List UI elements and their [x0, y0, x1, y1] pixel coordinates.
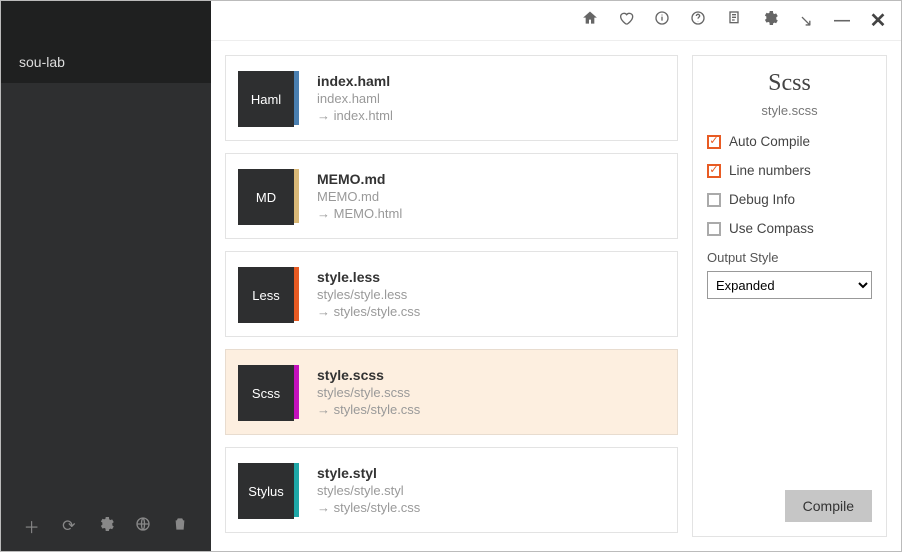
- file-output-path: index.html: [317, 108, 393, 123]
- output-style-select[interactable]: Expanded: [707, 271, 872, 299]
- minimize-icon[interactable]: —: [833, 12, 851, 30]
- close-icon[interactable]: ✕: [869, 8, 887, 33]
- file-name: style.scss: [317, 367, 420, 383]
- file-type-stripe: [294, 169, 299, 223]
- panel-option[interactable]: Use Compass: [707, 221, 872, 236]
- file-type-stripe: [294, 365, 299, 419]
- checkbox-icon: [707, 222, 721, 236]
- file-type-badge: Less: [238, 267, 294, 323]
- file-name: index.haml: [317, 73, 393, 89]
- file-source-path: styles/style.styl: [317, 483, 420, 498]
- file-source-path: styles/style.less: [317, 287, 420, 302]
- titlebar: ↘ — ✕: [211, 1, 901, 41]
- panel-option[interactable]: Debug Info: [707, 192, 872, 207]
- log-icon[interactable]: [725, 10, 743, 31]
- side-panel: Scss style.scss ✓ Auto Compile ✓ Line numbe…: [692, 55, 887, 537]
- panel-option-label: Auto Compile: [729, 134, 810, 149]
- file-type-stripe: [294, 463, 299, 517]
- help-icon[interactable]: [689, 10, 707, 31]
- settings-icon[interactable]: [761, 10, 779, 31]
- compile-button[interactable]: Compile: [785, 490, 872, 522]
- file-source-path: styles/style.scss: [317, 385, 420, 400]
- project-item[interactable]: sou-lab: [1, 41, 211, 83]
- project-name: sou-lab: [19, 54, 65, 70]
- file-output-path: MEMO.html: [317, 206, 402, 221]
- panel-title: Scss: [707, 70, 872, 97]
- checkbox-icon: ✓: [707, 164, 721, 178]
- file-output-path: styles/style.css: [317, 304, 420, 319]
- home-icon[interactable]: [581, 10, 599, 31]
- gear-icon[interactable]: [94, 516, 118, 537]
- panel-filename: style.scss: [707, 103, 872, 118]
- file-card[interactable]: Stylus style.styl styles/style.styl styles/…: [225, 447, 678, 533]
- heart-icon[interactable]: [617, 10, 635, 31]
- file-output-path: styles/style.css: [317, 402, 420, 417]
- panel-option[interactable]: ✓ Line numbers: [707, 163, 872, 178]
- file-name: style.less: [317, 269, 420, 285]
- sidebar-header: [1, 1, 211, 41]
- file-type-badge: Haml: [238, 71, 294, 127]
- checkbox-icon: [707, 193, 721, 207]
- file-info: MEMO.md MEMO.md MEMO.html: [299, 154, 420, 238]
- file-card[interactable]: Scss style.scss styles/style.scss styles/st…: [225, 349, 678, 435]
- content: Hamlindex.hamlindex.hamlindex.htmlMDMEMO…: [211, 41, 901, 551]
- file-type-stripe: [294, 267, 299, 321]
- file-card[interactable]: Haml index.haml index.haml index.html: [225, 55, 678, 141]
- file-info: index.haml index.haml index.html: [299, 56, 411, 140]
- file-card[interactable]: MD MEMO.md MEMO.md MEMO.html: [225, 153, 678, 239]
- file-list: Hamlindex.hamlindex.hamlindex.htmlMDMEMO…: [225, 55, 678, 537]
- sidebar-tools: ＋ ⟳: [1, 501, 211, 551]
- globe-icon[interactable]: [131, 516, 155, 537]
- file-info: style.scss styles/style.scss styles/style.…: [299, 350, 438, 434]
- file-type-badge: Stylus: [238, 463, 294, 519]
- refresh-icon[interactable]: ⟳: [57, 516, 81, 536]
- panel-option-label: Line numbers: [729, 163, 811, 178]
- panel-option-label: Debug Info: [729, 192, 795, 207]
- trash-icon[interactable]: [168, 516, 192, 537]
- sidebar: sou-lab ＋ ⟳: [1, 1, 211, 551]
- file-info: style.styl styles/style.styl styles/style.…: [299, 448, 438, 532]
- file-name: MEMO.md: [317, 171, 402, 187]
- file-output-path: styles/style.css: [317, 500, 420, 515]
- expand-icon[interactable]: ↘: [797, 11, 815, 31]
- add-icon[interactable]: ＋: [20, 514, 44, 538]
- file-source-path: index.haml: [317, 91, 393, 106]
- panel-option-label: Use Compass: [729, 221, 814, 236]
- output-style-label: Output Style: [707, 250, 872, 265]
- file-card[interactable]: Less style.less styles/style.less styles/st…: [225, 251, 678, 337]
- main: ↘ — ✕ Haml index.haml index.haml index.html…: [211, 1, 901, 551]
- info-icon[interactable]: [653, 10, 671, 31]
- file-info: style.less styles/style.less styles/style.…: [299, 252, 438, 336]
- file-type-stripe: [294, 71, 299, 125]
- file-source-path: MEMO.md: [317, 189, 402, 204]
- file-type-badge: Scss: [238, 365, 294, 421]
- file-type-badge: MD: [238, 169, 294, 225]
- file-name: style.styl: [317, 465, 420, 481]
- panel-option[interactable]: ✓ Auto Compile: [707, 134, 872, 149]
- checkbox-icon: ✓: [707, 135, 721, 149]
